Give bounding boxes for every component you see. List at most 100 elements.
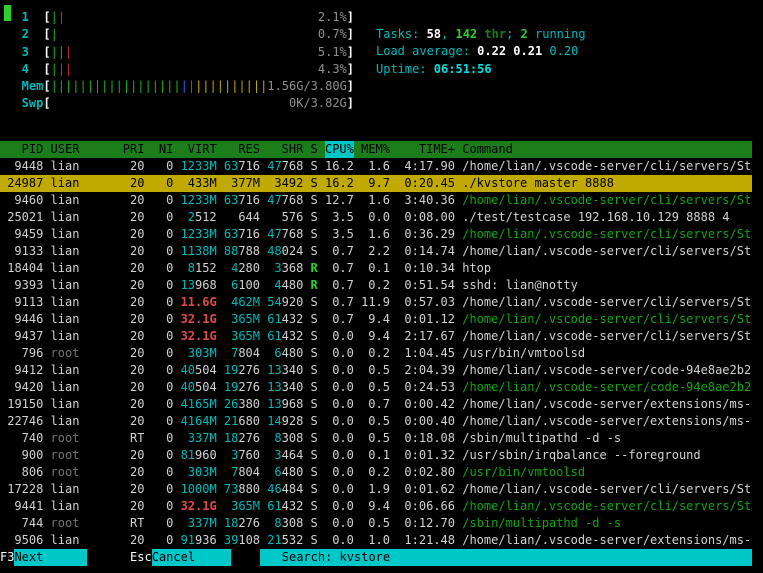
command-cell: /home/lian/.vscode-server/code-94e8ae2b2… xyxy=(462,362,752,379)
virt-cell: 4165M xyxy=(181,396,217,413)
virt-cell: 433M xyxy=(181,175,217,192)
process-row[interactable]: 9393lian2001396861004480R0.70.20:51.54ss… xyxy=(0,277,752,294)
fkey-esc-action-cancel[interactable]: Cancel xyxy=(152,549,231,566)
shr-cell: 61432 xyxy=(267,328,303,345)
user-cell: lian xyxy=(51,243,116,260)
process-row[interactable]: 9446lian20032.1G365M61432S0.79.40:01.12/… xyxy=(0,311,752,328)
mem-cell: 9.4 xyxy=(361,311,390,328)
process-row[interactable]: 740rootRT0337M182768308S0.00.50:18.08/sb… xyxy=(0,430,752,447)
process-row[interactable]: 744rootRT0337M182768308S0.00.50:12.70/sb… xyxy=(0,515,752,532)
pri-cell: RT xyxy=(123,515,145,532)
column-header-res[interactable]: RES xyxy=(224,141,260,158)
cpu-cell: 0.0 xyxy=(325,481,354,498)
process-row[interactable]: 796root200303M78046480S0.00.21:04.45/usr… xyxy=(0,345,752,362)
tasks-summary: Tasks: 58, 142 thr; 2 running xyxy=(376,26,586,43)
cpu-cell: 12.7 xyxy=(325,192,354,209)
search-input[interactable]: Search: kvstore xyxy=(260,549,752,566)
column-header-command[interactable]: Command xyxy=(462,141,752,158)
column-header-virt[interactable]: VIRT xyxy=(181,141,217,158)
cpu-cell: 0.0 xyxy=(325,430,354,447)
process-row[interactable]: 9441lian20032.1G365M61432S0.09.40:06.66/… xyxy=(0,498,752,515)
load-1min: 0.22 xyxy=(477,44,506,58)
user-cell: lian xyxy=(51,362,116,379)
column-header-ni[interactable]: NI xyxy=(152,141,174,158)
pri-cell: 20 xyxy=(123,158,145,175)
fkey-f3[interactable]: F3 xyxy=(0,549,14,566)
pri-cell: 20 xyxy=(123,243,145,260)
cpu-cell: 0.0 xyxy=(325,498,354,515)
column-header-pri[interactable]: PRI xyxy=(123,141,145,158)
cpu-cell: 0.0 xyxy=(325,515,354,532)
table-header: PID USER PRI NI VIRT RES SHR S CPU% MEM% TIME+ Comm… xyxy=(0,141,752,158)
system-meters: 1[||2.1%]2[|0.7%]3[|||5.1%]4[|||4.3%]Mem… xyxy=(0,9,354,113)
fkey-esc[interactable]: Esc xyxy=(130,549,152,566)
pid-cell: 9437 xyxy=(7,328,43,345)
process-row[interactable]: 19150lian2004165M2638013968S0.00.70:00.4… xyxy=(0,396,752,413)
user-cell: lian xyxy=(51,481,116,498)
process-row[interactable]: 17228lian2001000M7388046484S0.01.90:01.6… xyxy=(0,481,752,498)
pri-cell: 20 xyxy=(123,447,145,464)
column-header-pid[interactable]: PID xyxy=(7,141,43,158)
fkey-f3-action-next[interactable]: Next xyxy=(14,549,86,566)
process-row[interactable]: 18404lian200815242803368R0.70.10:10.34ht… xyxy=(0,260,752,277)
shr-cell: 14928 xyxy=(267,413,303,430)
shr-cell: 4480 xyxy=(267,277,303,294)
pri-cell: 20 xyxy=(123,362,145,379)
res-cell: 644 xyxy=(224,209,260,226)
user-cell: lian xyxy=(51,192,116,209)
command-cell: /home/lian/.vscode-server/cli/servers/St… xyxy=(462,311,752,328)
process-row[interactable]: 9113lian20011.6G462M54920S0.711.90:57.03… xyxy=(0,294,752,311)
state-cell: S xyxy=(311,464,318,481)
process-row[interactable]: 9437lian20032.1G365M61432S0.09.42:17.67/… xyxy=(0,328,752,345)
process-row[interactable]: 9448lian2001233M6371647768S16.21.64:17.9… xyxy=(0,158,752,175)
pri-cell: 20 xyxy=(123,379,145,396)
swap-meter: Swp[0K/3.82G] xyxy=(0,95,354,112)
user-cell: lian xyxy=(51,277,116,294)
ni-cell: 0 xyxy=(152,345,174,362)
virt-cell: 1233M xyxy=(181,192,217,209)
process-row[interactable]: 9420lian200405041927613340S0.00.50:24.53… xyxy=(0,379,752,396)
column-header-cpu[interactable]: CPU% xyxy=(325,141,354,158)
res-cell: 19276 xyxy=(224,362,260,379)
column-header-time[interactable]: TIME+ xyxy=(397,141,455,158)
column-header-user[interactable]: USER xyxy=(51,141,116,158)
process-row[interactable]: 9459lian2001233M6371647768S3.51.60:36.29… xyxy=(0,226,752,243)
state-cell: S xyxy=(311,498,318,515)
load-15min: 0.20 xyxy=(549,44,578,58)
pid-cell: 9393 xyxy=(7,277,43,294)
process-row[interactable]: 806root200303M78046480S0.00.20:02.80/usr… xyxy=(0,464,752,481)
pid-cell: 9441 xyxy=(7,498,43,515)
state-cell: S xyxy=(311,175,318,192)
user-cell: root xyxy=(51,345,116,362)
pid-cell: 17228 xyxy=(7,481,43,498)
column-header-shr[interactable]: SHR xyxy=(267,141,303,158)
process-row[interactable]: 9506lian200919363910821532S0.01.01:21.48… xyxy=(0,532,752,549)
user-cell: root xyxy=(51,447,116,464)
ni-cell: 0 xyxy=(152,515,174,532)
mem-cell: 0.5 xyxy=(361,515,390,532)
shr-cell: 8308 xyxy=(267,515,303,532)
process-row[interactable]: 25021lian2002512644576S3.50.00:08.00./te… xyxy=(0,209,752,226)
process-row[interactable]: 9412lian200405041927613340S0.00.52:04.39… xyxy=(0,362,752,379)
shr-cell: 13340 xyxy=(267,362,303,379)
column-header-mem[interactable]: MEM% xyxy=(361,141,390,158)
ni-cell: 0 xyxy=(152,362,174,379)
process-row[interactable]: 9133lian2001138M8878848024S0.72.20:14.74… xyxy=(0,243,752,260)
process-row[interactable]: 24987lian200433M377M3492S16.29.70:20.45.… xyxy=(0,175,752,192)
time-cell: 0:57.03 xyxy=(397,294,455,311)
pid-cell: 9420 xyxy=(7,379,43,396)
process-row[interactable]: 900root2008196037603464S0.00.10:01.32/us… xyxy=(0,447,752,464)
process-row[interactable]: 9460lian2001233M6371647768S12.71.63:40.3… xyxy=(0,192,752,209)
mem-cell: 0.7 xyxy=(361,396,390,413)
virt-cell: 4164M xyxy=(181,413,217,430)
pri-cell: 20 xyxy=(123,532,145,549)
virt-cell: 2512 xyxy=(181,209,217,226)
ni-cell: 0 xyxy=(152,430,174,447)
pid-cell: 740 xyxy=(7,430,43,447)
pid-cell: 9459 xyxy=(7,226,43,243)
column-header-s[interactable]: S xyxy=(311,141,318,158)
res-cell: 18276 xyxy=(224,430,260,447)
time-cell: 0:12.70 xyxy=(397,515,455,532)
uptime: Uptime: 06:51:56 xyxy=(376,61,586,78)
process-row[interactable]: 22746lian2004164M2168014928S0.00.50:00.4… xyxy=(0,413,752,430)
